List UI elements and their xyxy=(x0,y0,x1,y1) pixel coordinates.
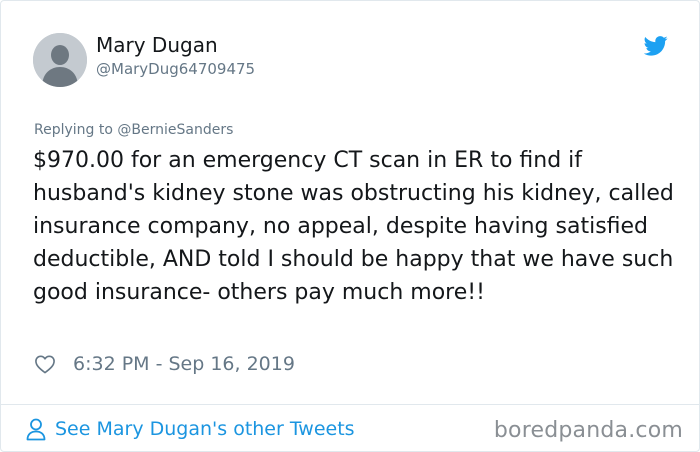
replying-to[interactable]: Replying to @BernieSanders xyxy=(34,122,233,138)
twitter-bird-icon[interactable] xyxy=(644,36,668,56)
author-name[interactable]: Mary Dugan xyxy=(96,33,218,57)
author-handle[interactable]: @MaryDug64709475 xyxy=(96,60,255,78)
see-other-tweets-label: See Mary Dugan's other Tweets xyxy=(55,418,355,440)
heart-icon[interactable] xyxy=(34,354,56,374)
boredpanda-watermark: boredpanda.com xyxy=(493,418,683,443)
tweet-timestamp[interactable]: 6:32 PM - Sep 16, 2019 xyxy=(73,353,295,375)
default-avatar-icon xyxy=(33,33,87,87)
tweet-card: Mary Dugan @MaryDug64709475 Replying to … xyxy=(0,0,700,452)
avatar[interactable] xyxy=(33,33,87,87)
tweet-meta: 6:32 PM - Sep 16, 2019 xyxy=(34,351,295,377)
tweet-text: $970.00 for an emergency CT scan in ER t… xyxy=(33,148,674,305)
see-other-tweets-link[interactable]: See Mary Dugan's other Tweets xyxy=(25,415,355,443)
divider xyxy=(1,404,699,405)
person-icon xyxy=(26,418,46,441)
